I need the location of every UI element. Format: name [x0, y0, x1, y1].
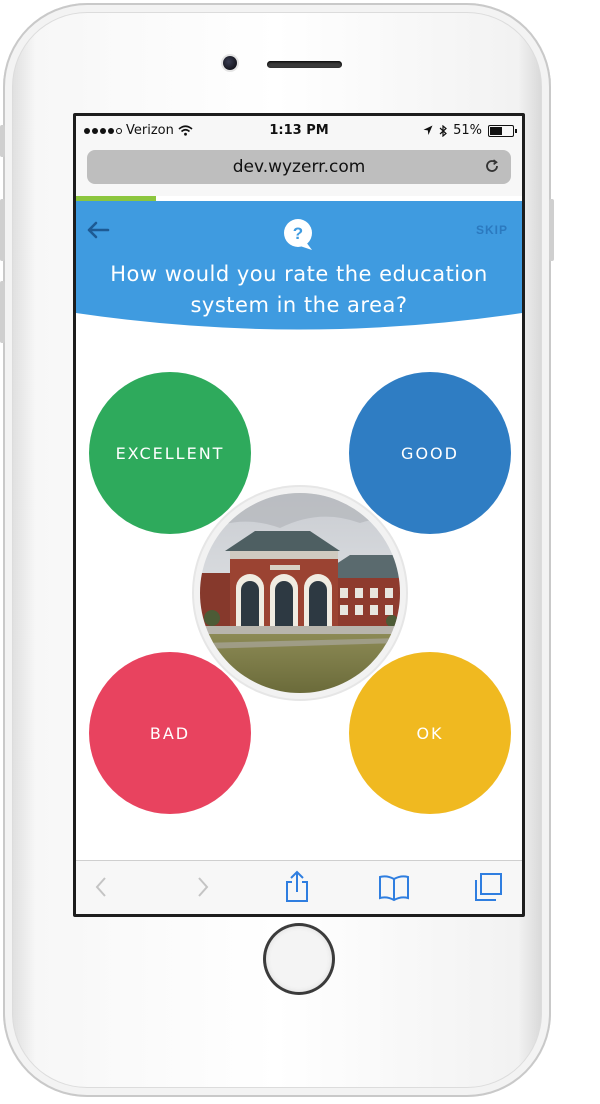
- share-icon[interactable]: [284, 870, 310, 904]
- home-button[interactable]: [266, 926, 332, 992]
- question-photo: [194, 487, 406, 699]
- front-camera: [223, 56, 237, 70]
- reload-icon[interactable]: [483, 157, 501, 175]
- option-excellent-label: EXCELLENT: [115, 443, 225, 463]
- screen-content: Verizon 1:13 PM 51% dev.wyzerr.com ? SKI…: [76, 116, 522, 914]
- school-building-image: [200, 493, 400, 693]
- phone-screen: Verizon 1:13 PM 51% dev.wyzerr.com ? SKI…: [73, 113, 525, 917]
- forward-icon[interactable]: [192, 873, 212, 901]
- address-bar[interactable]: dev.wyzerr.com: [87, 150, 511, 184]
- volume-up-button: [0, 199, 5, 261]
- bluetooth-icon: [439, 124, 448, 137]
- option-good[interactable]: GOOD: [349, 372, 511, 534]
- svg-text:?: ?: [293, 224, 303, 243]
- bookmarks-icon[interactable]: [378, 874, 410, 902]
- back-icon[interactable]: [92, 873, 112, 901]
- browser-address-area: dev.wyzerr.com: [76, 144, 522, 196]
- option-bad-label: BAD: [149, 723, 191, 743]
- battery-icon: [488, 124, 517, 137]
- question-bubble-icon: ?: [284, 219, 312, 250]
- option-ok-label: OK: [416, 723, 444, 743]
- location-arrow-icon: [423, 125, 433, 135]
- question-header: ? SKIP How would you rate the education …: [76, 201, 522, 341]
- url-text: dev.wyzerr.com: [232, 157, 366, 177]
- earpiece-speaker: [267, 61, 342, 68]
- mute-switch: [0, 125, 5, 157]
- option-bad[interactable]: BAD: [89, 652, 251, 814]
- option-excellent[interactable]: EXCELLENT: [89, 372, 251, 534]
- option-good-label: GOOD: [401, 443, 459, 463]
- skip-button[interactable]: SKIP: [476, 223, 508, 237]
- status-bar: Verizon 1:13 PM 51%: [76, 116, 522, 144]
- power-button: [549, 199, 554, 261]
- tabs-icon[interactable]: [473, 872, 503, 902]
- battery-percent: 51%: [453, 123, 482, 138]
- option-ok[interactable]: OK: [349, 652, 511, 814]
- volume-down-button: [0, 281, 5, 343]
- browser-toolbar: [76, 860, 522, 914]
- question-text: How would you rate the education system …: [110, 262, 488, 317]
- back-arrow-icon[interactable]: [86, 221, 110, 239]
